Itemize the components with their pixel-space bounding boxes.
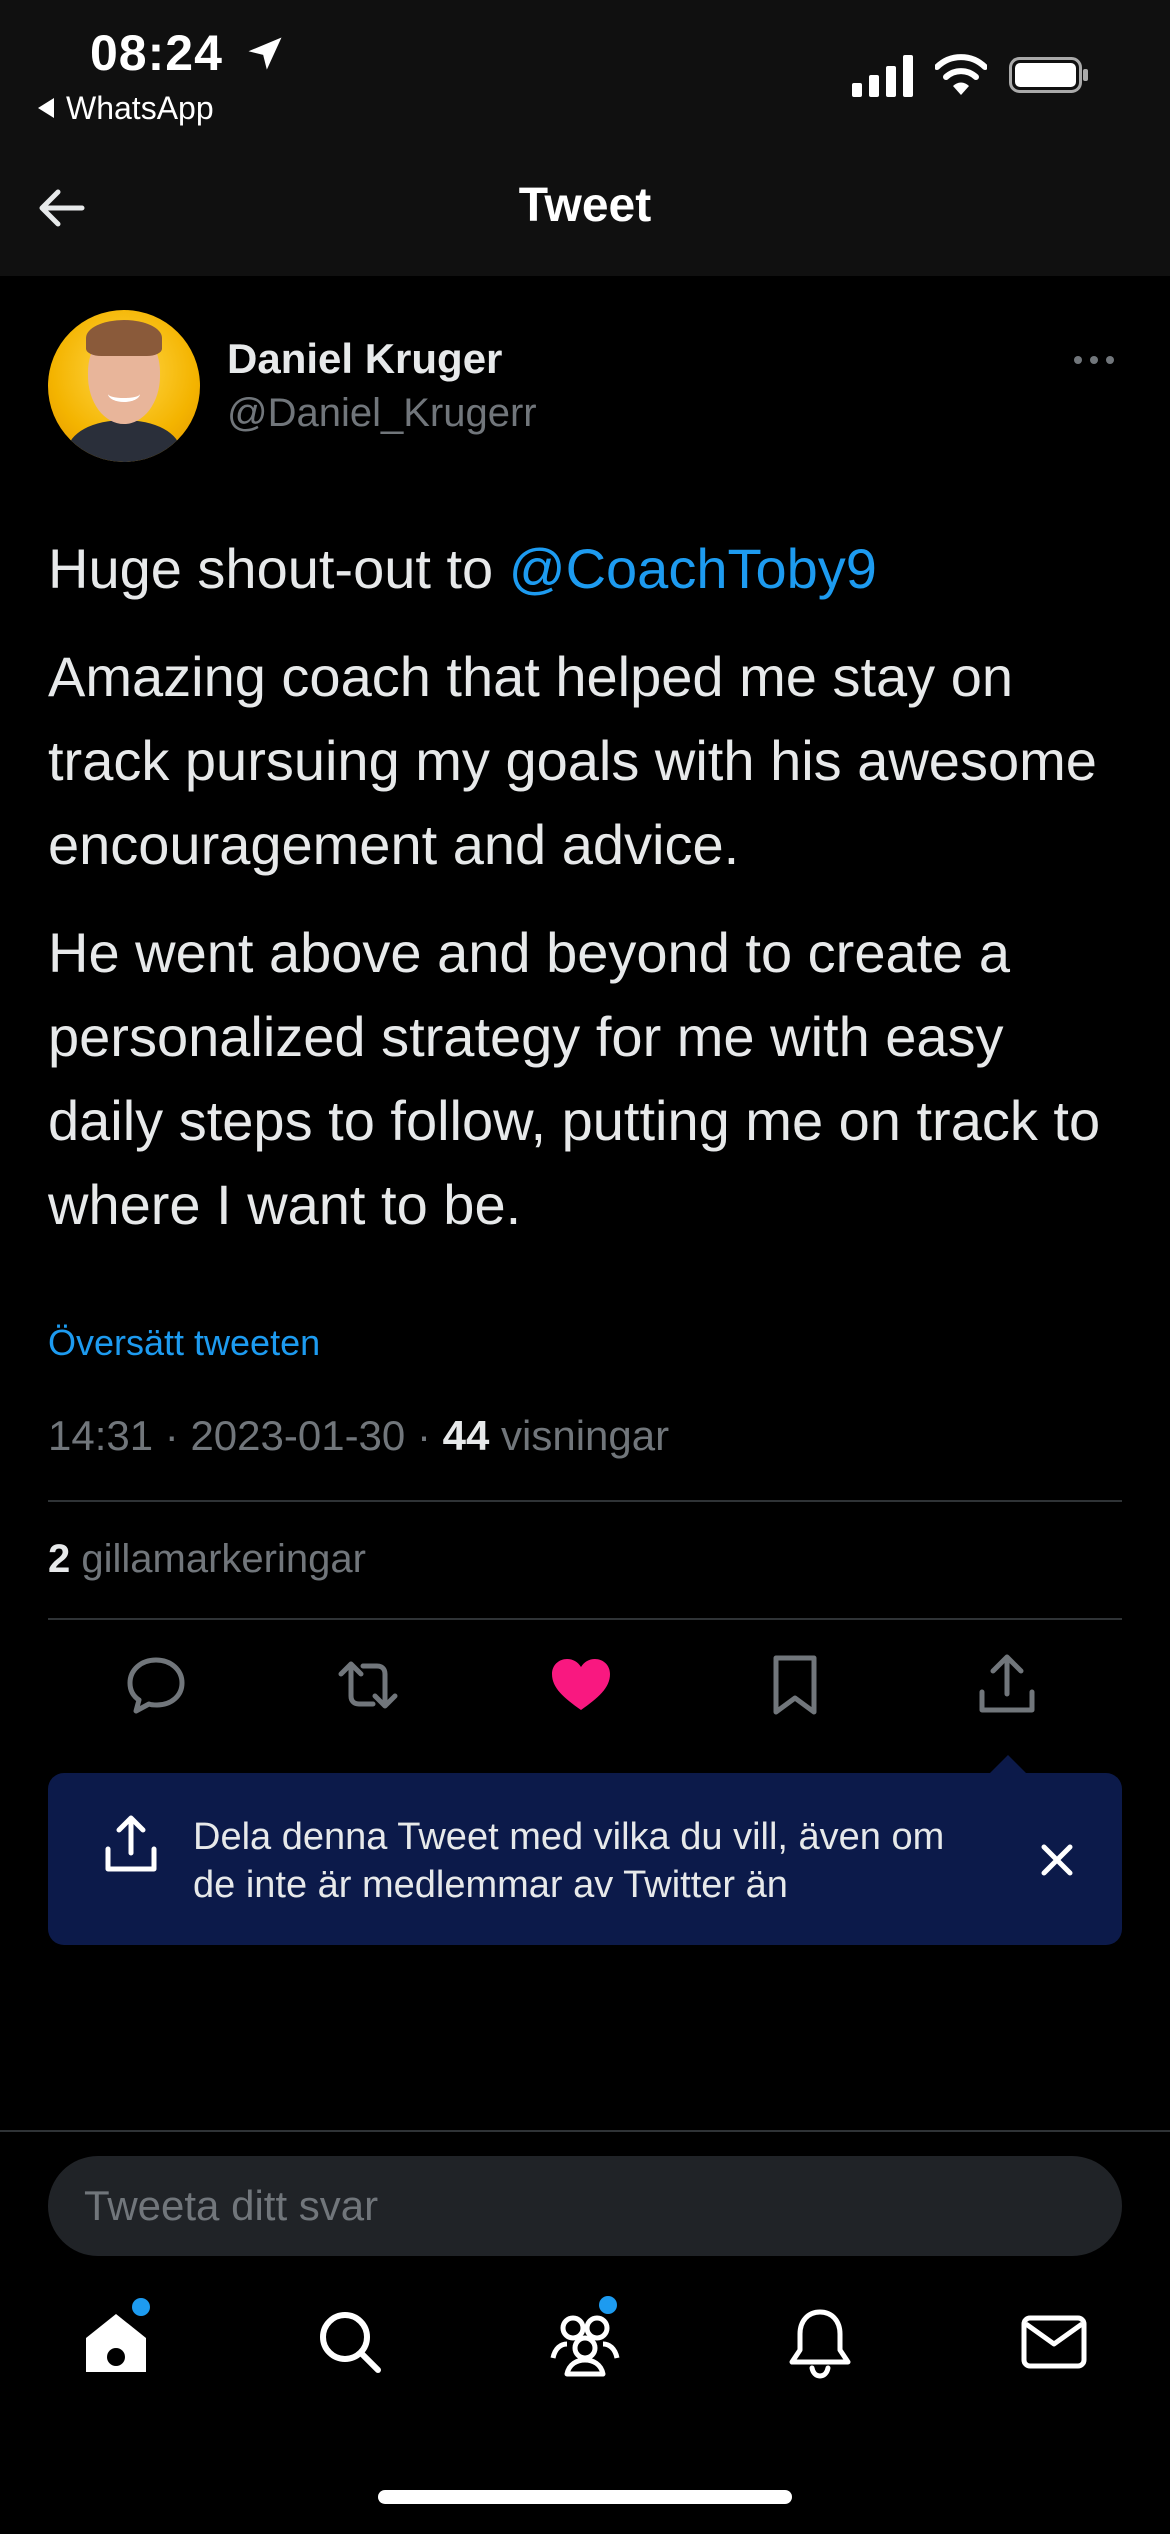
- tab-search[interactable]: [310, 2302, 390, 2382]
- divider: [48, 1500, 1122, 1502]
- reply-input[interactable]: [48, 2156, 1122, 2256]
- share-tooltip: Dela denna Tweet med vilka du vill, även…: [48, 1773, 1122, 1945]
- reply-icon[interactable]: [121, 1650, 191, 1720]
- tweet-meta: 14:31 · 2023-01-30 · 44 visningar: [48, 1412, 670, 1459]
- notification-dot: [599, 2296, 617, 2314]
- tweet-time: 14:31: [48, 1412, 154, 1459]
- translate-link[interactable]: Översätt tweeten: [48, 1322, 320, 1364]
- communities-icon: [550, 2315, 620, 2377]
- author-name[interactable]: Daniel Kruger: [227, 335, 502, 383]
- likes-summary[interactable]: 2 gillamarkeringar: [48, 1537, 366, 1582]
- tweet-paragraph-3: He went above and beyond to create a per…: [48, 921, 1101, 1236]
- tab-home[interactable]: [76, 2298, 156, 2382]
- notifications-icon: [789, 2309, 851, 2379]
- tab-messages[interactable]: [1014, 2302, 1094, 2382]
- home-indicator: [378, 2490, 792, 2504]
- tab-communities[interactable]: [545, 2296, 625, 2382]
- tab-notifications[interactable]: [780, 2302, 860, 2382]
- battery-icon: [1009, 57, 1088, 93]
- tweet-date: 2023-01-30: [190, 1412, 406, 1459]
- tooltip-text: Dela denna Tweet med vilka du vill, även…: [193, 1816, 945, 1906]
- author-handle[interactable]: @Daniel_Krugerr: [227, 391, 537, 436]
- status-time: 08:24: [90, 25, 223, 81]
- likes-label: gillamarkeringar: [81, 1537, 366, 1581]
- divider: [48, 1618, 1122, 1620]
- more-options-icon[interactable]: [1072, 350, 1116, 370]
- nav-header: Tweet: [0, 140, 1170, 276]
- tweet-text-prefix: Huge shout-out to: [48, 537, 509, 600]
- search-icon: [320, 2312, 381, 2373]
- views-count: 44: [442, 1412, 490, 1459]
- views-label: visningar: [501, 1412, 670, 1459]
- messages-icon: [1021, 2315, 1087, 2369]
- share-icon: [105, 1815, 157, 1872]
- bookmark-icon[interactable]: [760, 1650, 830, 1720]
- tweet-paragraph-2: Amazing coach that helped me stay on tra…: [48, 645, 1097, 876]
- like-icon[interactable]: [546, 1650, 616, 1720]
- status-bar: 08:24 WhatsApp: [0, 0, 1170, 140]
- back-app-label: WhatsApp: [66, 90, 214, 126]
- close-icon[interactable]: [1036, 1839, 1078, 1881]
- likes-count: 2: [48, 1537, 71, 1581]
- avatar[interactable]: [48, 310, 200, 462]
- bottom-bar: [0, 2130, 1170, 2534]
- notification-dot: [132, 2298, 150, 2316]
- retweet-icon[interactable]: [333, 1650, 403, 1720]
- cellular-signal-icon: [852, 55, 913, 97]
- mention-link[interactable]: @CoachToby9: [509, 537, 877, 600]
- tweet-paragraph-1: Huge shout-out to @CoachToby9: [48, 527, 1128, 611]
- back-triangle-icon: [38, 97, 54, 118]
- share-icon[interactable]: [972, 1650, 1042, 1720]
- page-title: Tweet: [518, 179, 652, 232]
- back-to-app-link[interactable]: WhatsApp: [38, 90, 214, 127]
- location-arrow-icon: [248, 37, 282, 70]
- wifi-icon: [935, 54, 987, 95]
